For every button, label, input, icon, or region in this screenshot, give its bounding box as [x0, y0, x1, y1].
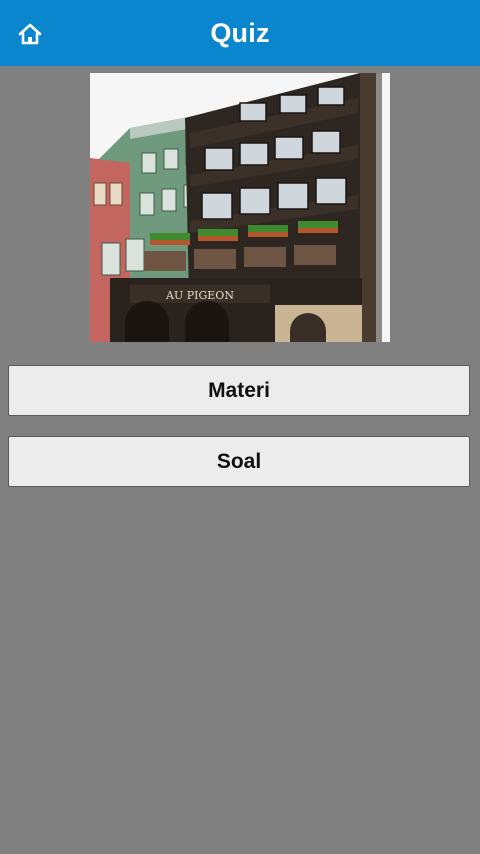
soal-button[interactable]: Soal: [8, 436, 470, 487]
building-photo: AU PIGEON: [90, 73, 390, 342]
materi-button[interactable]: Materi: [8, 365, 470, 416]
page-title: Quiz: [210, 18, 270, 48]
shop-sign-text: AU PIGEON: [165, 289, 234, 302]
app-bar: Quiz: [0, 0, 480, 66]
